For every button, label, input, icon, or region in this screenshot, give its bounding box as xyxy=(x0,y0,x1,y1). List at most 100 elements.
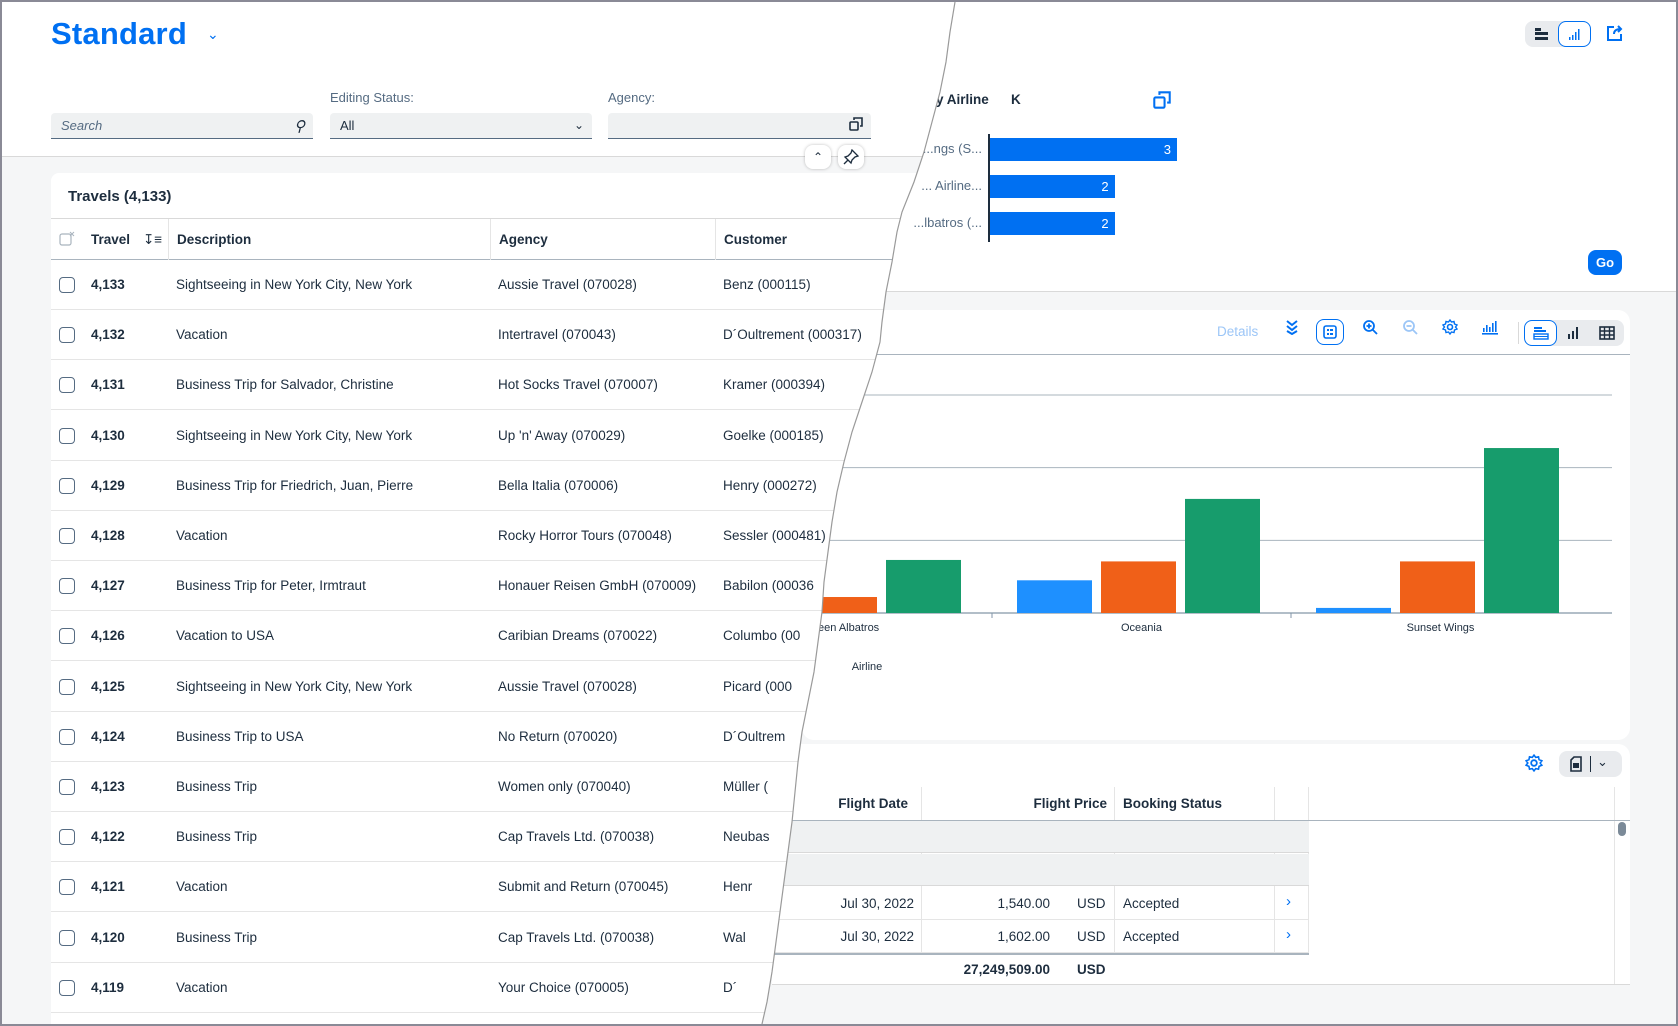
chart-bar[interactable] xyxy=(1484,448,1559,613)
vertical-scrollbar[interactable] xyxy=(1618,822,1626,836)
flight-date: Jul 30, 2022 xyxy=(840,896,914,911)
row-checkbox[interactable] xyxy=(59,377,75,394)
search-icon[interactable]: ⚲ xyxy=(294,117,305,135)
group-row[interactable] xyxy=(772,821,1309,853)
chart-bar[interactable] xyxy=(1017,580,1092,613)
column-header-booking-status[interactable]: Booking Status xyxy=(1115,787,1275,820)
column-header-travel[interactable]: Travel xyxy=(91,219,130,260)
row-checkbox[interactable] xyxy=(59,477,75,494)
travel-agency: Intertravel (070043) xyxy=(498,327,616,343)
chart-view-button[interactable] xyxy=(1557,320,1590,346)
visual-filter-bar-value: 3 xyxy=(1163,142,1171,157)
visual-filter-bar[interactable]: 2 xyxy=(990,175,1115,198)
row-checkbox[interactable] xyxy=(59,327,75,344)
travel-id: 4,126 xyxy=(91,628,125,644)
travel-customer: D´Oultrement (000317) xyxy=(723,327,862,343)
row-checkbox[interactable] xyxy=(59,979,75,996)
travel-customer: Babilon (00036 xyxy=(723,578,814,594)
table-view-icon xyxy=(1598,326,1615,340)
chart-type-icon[interactable] xyxy=(1476,318,1504,344)
table-view-button[interactable] xyxy=(1590,320,1623,346)
travel-agency: Cap Travels Ltd. (070038) xyxy=(498,929,655,945)
row-checkbox[interactable] xyxy=(59,578,75,595)
booking-status: Accepted xyxy=(1123,929,1180,944)
chevron-down-icon[interactable]: ⌄ xyxy=(1597,754,1608,770)
travel-customer: Sessler (000481) xyxy=(723,528,826,543)
agency-input[interactable] xyxy=(608,113,871,139)
export-menu-button[interactable]: ⌄ xyxy=(1559,751,1622,777)
go-button[interactable]: Go xyxy=(1588,250,1622,275)
row-checkbox[interactable] xyxy=(59,277,75,293)
details-button[interactable]: Details xyxy=(1217,324,1258,339)
row-checkbox[interactable] xyxy=(59,829,75,846)
line-item-row[interactable]: Jul 30, 2022 1,602.00 USD Accepted › xyxy=(772,920,1309,953)
travel-description: Business Trip xyxy=(176,779,258,794)
travel-description: Vacation xyxy=(176,528,228,543)
chart-bar[interactable] xyxy=(1101,561,1176,613)
chart-bar[interactable] xyxy=(886,559,961,613)
visual-filter-view-button[interactable] xyxy=(1558,21,1591,47)
row-checkbox[interactable] xyxy=(59,628,75,645)
column-header-agency[interactable]: Agency xyxy=(490,219,715,260)
travel-id: 4,121 xyxy=(91,879,125,895)
line-item-row[interactable]: Jul 30, 2022 1,540.00 USD Accepted › xyxy=(772,887,1309,920)
chart-bar[interactable] xyxy=(1185,498,1260,613)
value-help-icon[interactable] xyxy=(849,117,863,131)
hybrid-view-icon xyxy=(1532,327,1549,340)
visual-filter-title: y Airline xyxy=(936,92,989,107)
row-checkbox[interactable] xyxy=(59,427,75,444)
chart-bar[interactable] xyxy=(1400,561,1475,613)
column-header-description[interactable]: Description xyxy=(168,219,490,260)
travel-description: Sightseeing in New York City, New York xyxy=(176,277,413,292)
collapse-header-button[interactable]: ⌃ xyxy=(805,145,831,169)
travel-id: 4,130 xyxy=(91,427,125,443)
visual-filter-unit: K xyxy=(1011,92,1021,107)
travel-description: Vacation xyxy=(176,879,228,895)
booking-status: Accepted xyxy=(1123,896,1180,911)
unpin-header-button[interactable] xyxy=(838,145,864,169)
variant-title[interactable]: Standard xyxy=(51,16,187,52)
travel-customer: Picard (000 xyxy=(723,678,793,694)
export-icon xyxy=(1570,756,1582,772)
row-checkbox[interactable] xyxy=(59,528,75,544)
row-checkbox[interactable] xyxy=(59,929,75,946)
legend-toggle-button[interactable] xyxy=(1316,319,1344,345)
table-settings-icon[interactable] xyxy=(1524,753,1544,773)
travel-customer: Müller ( xyxy=(723,779,769,794)
row-checkbox[interactable] xyxy=(59,678,75,695)
chevron-right-icon[interactable]: › xyxy=(1286,893,1291,910)
travel-agency: Hot Socks Travel (070007) xyxy=(498,377,658,393)
group-row[interactable] xyxy=(772,854,1309,886)
column-chart: Green Albatros Oceania Sunset WingsAirline xyxy=(802,394,1612,673)
visual-filter-bar-value: 2 xyxy=(1101,179,1109,194)
hybrid-view-button[interactable] xyxy=(1524,320,1557,346)
filter-label-agency: Agency: xyxy=(608,90,655,105)
column-header-flight-price[interactable]: Flight Price xyxy=(922,787,1115,820)
compact-filter-view-button[interactable] xyxy=(1525,21,1558,47)
visual-filter-bar[interactable]: 2 xyxy=(990,212,1115,235)
chevron-down-icon[interactable]: ⌄ xyxy=(207,26,219,43)
zoom-out-icon[interactable] xyxy=(1396,318,1424,344)
visual-filter-bar[interactable]: 3 xyxy=(990,138,1177,161)
travel-description: Business Trip for Peter, Irmtraut xyxy=(176,578,366,594)
search-input[interactable]: Search ⚲ xyxy=(51,113,313,139)
row-checkbox[interactable] xyxy=(59,879,75,896)
travel-description: Sightseeing in New York City, New York xyxy=(176,427,413,443)
chevron-down-icon[interactable]: ⌄ xyxy=(574,118,584,132)
sort-descending-icon[interactable]: ↧≡ xyxy=(143,219,162,260)
chart-bar[interactable] xyxy=(1316,607,1391,613)
chevron-right-icon[interactable]: › xyxy=(1286,926,1291,943)
travel-agency: Your Choice (070005) xyxy=(498,979,629,995)
deselect-all-icon[interactable] xyxy=(59,231,75,247)
settings-icon[interactable] xyxy=(1436,318,1464,344)
value-help-icon[interactable] xyxy=(1153,91,1171,109)
zoom-in-icon[interactable] xyxy=(1356,318,1384,344)
editing-status-select[interactable]: All ⌄ xyxy=(330,113,592,139)
share-icon[interactable] xyxy=(1605,23,1625,43)
row-checkbox[interactable] xyxy=(59,728,75,745)
row-checkbox[interactable] xyxy=(59,779,75,795)
travel-customer: Neubas xyxy=(723,829,770,845)
travel-agency: Honauer Reisen GmbH (070009) xyxy=(498,578,697,594)
total-price: 27,249,509.00 xyxy=(963,962,1050,977)
drilldown-icon[interactable] xyxy=(1278,318,1306,344)
